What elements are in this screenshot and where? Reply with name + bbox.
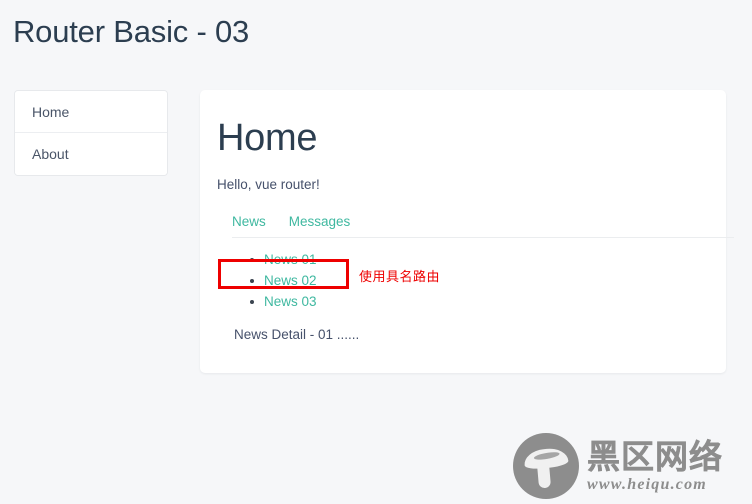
page-title: Router Basic - 03 (13, 14, 250, 49)
tab-news[interactable]: News (232, 214, 266, 229)
sidebar-nav: Home About (14, 90, 168, 176)
list-item: News 02 (250, 270, 726, 291)
news-link-01[interactable]: News 01 (264, 252, 317, 267)
watermark-url: www.heiqu.com (587, 475, 707, 493)
tab-list: News Messages (232, 214, 734, 237)
news-list: News 01 News 02 News 03 (217, 249, 726, 312)
annotation-label: 使用具名路由 (359, 269, 441, 284)
tab-bar: News Messages (232, 214, 734, 238)
news-detail-text: News Detail - 01 ...... (234, 327, 360, 342)
mushroom-logo-icon (513, 433, 579, 499)
sidebar-item-about[interactable]: About (15, 133, 167, 175)
sidebar-item-label: About (32, 146, 69, 162)
tab-underline-divider (232, 237, 734, 238)
list-item: News 03 (250, 291, 726, 312)
watermark-text-block: 黑区网络 www.heiqu.com (587, 437, 723, 493)
tab-messages[interactable]: Messages (289, 214, 351, 229)
view-subtext: Hello, vue router! (217, 177, 320, 192)
view-heading: Home (217, 117, 318, 159)
sidebar-item-home[interactable]: Home (15, 91, 167, 133)
news-link-02[interactable]: News 02 (264, 273, 317, 288)
main-content-card: Home Hello, vue router! News Messages Ne… (200, 90, 734, 373)
news-link-03[interactable]: News 03 (264, 294, 317, 309)
sidebar-item-label: Home (32, 104, 70, 120)
content-inner: Home Hello, vue router! News Messages Ne… (200, 90, 734, 342)
list-item: News 01 (250, 249, 726, 270)
watermark: 黑区网络 www.heiqu.com (513, 430, 748, 502)
watermark-brand-name: 黑区网络 (587, 437, 723, 475)
mushroom-stem-shape (536, 462, 552, 489)
